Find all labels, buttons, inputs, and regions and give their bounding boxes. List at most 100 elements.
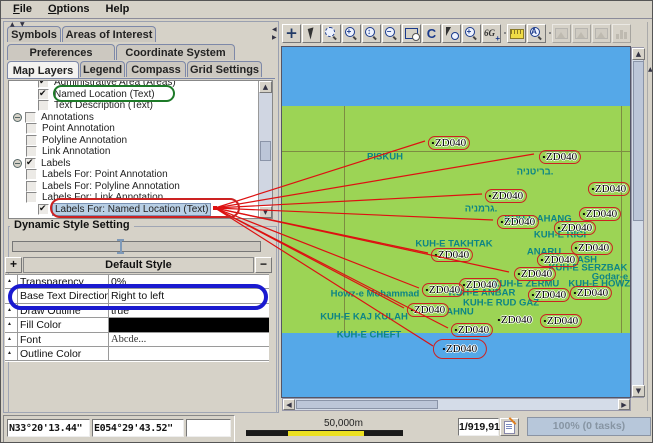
tree-item-labels-for-named-location-text-[interactable]: Labels For: Named Location (Text) — [11, 204, 257, 215]
map-vscroll-thumb[interactable] — [633, 61, 644, 221]
tree-scroll-thumb[interactable] — [260, 141, 271, 161]
tab-divider — [7, 78, 275, 79]
remove-style-button[interactable]: − — [255, 257, 272, 273]
spare-field[interactable] — [186, 419, 231, 437]
tree-item-named-location-text-[interactable]: Named Location (Text) — [11, 89, 257, 100]
style-row-transparency[interactable]: Transparency0% — [5, 275, 269, 289]
property-value[interactable]: Abcde... — [109, 333, 269, 346]
tree-item-labels[interactable]: Labels — [11, 158, 257, 169]
map-scroll-up-icon[interactable]: ▲ — [632, 48, 645, 60]
tree-item-labels-for-link-annotation[interactable]: Labels For: Link Annotation — [11, 192, 257, 203]
layer-checkbox[interactable] — [26, 181, 37, 192]
longitude-field[interactable]: E054°29'43.52" — [92, 419, 184, 437]
splitter-expand-icon[interactable]: ▶ — [272, 34, 277, 41]
layer-checkbox[interactable] — [38, 204, 49, 215]
tree-scroll-down-icon[interactable]: ▼ — [259, 206, 272, 218]
tree-scrollbar[interactable]: ▲ ▼ — [258, 81, 272, 218]
zoom-scale-tool-button[interactable]: ↕ — [362, 24, 381, 43]
zoom-scale-icon: ↕ — [365, 27, 379, 41]
tab-grid-settings[interactable]: Grid Settings — [187, 61, 262, 77]
tree-item-labels-for-polyline-annotation[interactable]: Labels For: Polyline Annotation — [11, 181, 257, 192]
tab-legend[interactable]: Legend — [80, 61, 125, 77]
property-value[interactable]: true — [109, 304, 269, 317]
tree-item-text-description-text-[interactable]: Text Description (Text) — [11, 100, 257, 111]
refresh-tool-button[interactable]: C — [422, 24, 441, 43]
place-name-label: גרמניה. — [465, 204, 497, 215]
tree-item-polyline-annotation[interactable]: Polyline Annotation — [11, 135, 257, 146]
refresh-icon: C — [427, 27, 436, 40]
layer-tree: ▲ ▼ Administrative Area (Areas)Named Loc… — [8, 80, 273, 219]
map-hscroll-thumb[interactable] — [296, 400, 438, 409]
map-feature-label: ZD040 — [528, 288, 570, 302]
style-row-base-text-direction[interactable]: Base Text DirectionRight to left — [5, 289, 269, 303]
tree-expand-icon[interactable] — [13, 159, 22, 168]
layer-checkbox[interactable] — [25, 158, 36, 169]
splitter-collapse-icon[interactable]: ◀ — [272, 26, 277, 33]
map-horizontal-scrollbar[interactable]: ◀ ▶ — [282, 398, 631, 411]
map-scroll-right-icon[interactable]: ▶ — [618, 399, 630, 410]
property-value[interactable]: 0% — [109, 275, 269, 288]
tree-expand-icon[interactable] — [13, 113, 22, 122]
layer-checkbox[interactable] — [25, 112, 36, 123]
panel-scroll-up-icon[interactable]: ▲ — [10, 21, 15, 28]
edit-scale-button[interactable] — [500, 418, 519, 436]
map-scroll-left-icon[interactable]: ◀ — [283, 399, 295, 410]
property-value[interactable] — [109, 347, 269, 360]
pan-tool-button[interactable]: + — [282, 24, 301, 43]
layer-checkbox[interactable] — [38, 89, 49, 100]
tab-preferences[interactable]: Preferences — [7, 44, 115, 60]
menu-item-help[interactable]: Help — [98, 2, 138, 17]
layer-checkbox[interactable] — [26, 135, 37, 146]
tree-item-link-annotation[interactable]: Link Annotation — [11, 146, 257, 157]
property-name: Font — [18, 333, 109, 346]
tree-scroll-up-icon[interactable]: ▲ — [259, 81, 272, 93]
panel-scroll-down-icon[interactable]: ▼ — [20, 21, 25, 28]
tab-areas-of-interest[interactable]: Areas of Interest — [62, 26, 156, 42]
layer-checkbox[interactable] — [26, 123, 37, 134]
layer-checkbox[interactable] — [38, 100, 49, 111]
tree-item-administrative-area-areas-[interactable]: Administrative Area (Areas) — [11, 80, 257, 88]
property-value[interactable]: Right to left — [109, 289, 269, 302]
style-slider[interactable] — [12, 241, 261, 252]
scale-ratio-field[interactable]: 1/919,911 — [458, 418, 499, 436]
tree-item-label: Labels — [39, 158, 72, 169]
center-tool-button[interactable]: + — [462, 24, 481, 43]
menu-item-options[interactable]: Options — [40, 2, 98, 17]
add-style-button[interactable]: + — [5, 257, 22, 273]
zoom-window-tool-button[interactable] — [402, 24, 421, 43]
measure-tool-button[interactable] — [507, 24, 526, 43]
style-row-font[interactable]: FontAbcde... — [5, 333, 269, 347]
select-tool-button[interactable] — [302, 24, 321, 43]
layer-checkbox[interactable] — [26, 169, 37, 180]
place-name-label: KUH-E KAJ KULAH — [320, 312, 408, 323]
zoom-box-tool-button[interactable] — [322, 24, 341, 43]
terrain-tool-button — [592, 24, 611, 43]
coordinate-search-tool-button[interactable]: 6G — [482, 24, 501, 43]
property-name: Fill Color — [18, 318, 109, 331]
label-zoom-tool-button[interactable]: A — [527, 24, 546, 43]
menu-item-file[interactable]: File — [5, 2, 40, 17]
tree-item-point-annotation[interactable]: Point Annotation — [11, 123, 257, 134]
tree-item-labels-for-point-annotation[interactable]: Labels For: Point Annotation — [11, 169, 257, 180]
latitude-field[interactable]: N33°20'13.44" — [7, 419, 90, 437]
map-canvas[interactable]: PISKUHבריטניה.גרמניה.KUH-E AHANGKUH-E RI… — [281, 46, 631, 398]
pan-icon: + — [285, 26, 298, 41]
layer-checkbox[interactable] — [26, 192, 37, 203]
select-zoom-tool-button[interactable] — [442, 24, 461, 43]
tab-map-layers[interactable]: Map Layers — [7, 61, 79, 79]
strip-arrow-icon[interactable]: ▲ — [648, 66, 653, 73]
tab-symbols[interactable]: Symbols — [7, 26, 61, 42]
map-feature-label: ZD040 — [588, 182, 630, 196]
zoom-in-tool-button[interactable]: + — [342, 24, 361, 43]
map-vertical-scrollbar[interactable]: ▲ ▼ — [631, 47, 644, 398]
layer-checkbox[interactable] — [26, 146, 37, 157]
map-scroll-down-icon[interactable]: ▼ — [632, 385, 645, 397]
tab-compass[interactable]: Compass — [126, 61, 186, 77]
style-row-fill-color[interactable]: Fill Color — [5, 318, 269, 332]
tab-coordinate-system[interactable]: Coordinate System — [116, 44, 235, 60]
property-value[interactable] — [109, 318, 269, 331]
style-row-draw-outline[interactable]: Draw Outlinetrue — [5, 304, 269, 318]
zoom-out-tool-button[interactable]: − — [382, 24, 401, 43]
tree-item-annotations[interactable]: Annotations — [11, 112, 257, 123]
style-row-outline-color[interactable]: Outline Color — [5, 347, 269, 361]
